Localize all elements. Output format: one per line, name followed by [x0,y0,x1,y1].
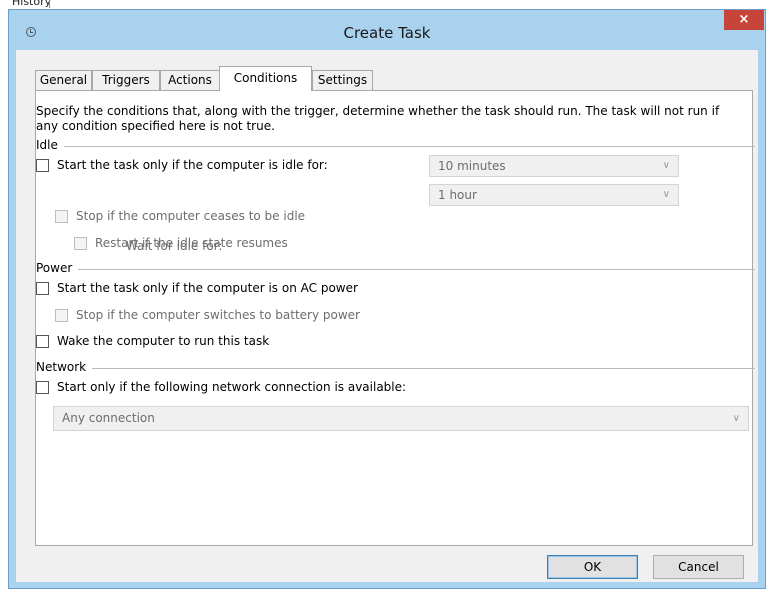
stop-if-ceases-row[interactable]: Stop if the computer ceases to be idle [55,207,305,225]
tab-conditions[interactable]: Conditions [219,66,312,91]
chevron-down-icon: ∨ [662,189,670,200]
history-divider [49,0,50,8]
restart-if-resumes-checkbox[interactable] [74,236,87,250]
wait-duration-dropdown[interactable]: 1 hour ∨ [429,184,679,206]
start-on-ac-row[interactable]: Start the task only if the computer is o… [36,279,358,297]
ok-button[interactable]: OK [547,555,638,579]
conditions-description: Specify the conditions that, along with … [36,104,720,133]
close-button[interactable]: × [724,10,764,30]
idle-group-line [61,146,755,147]
chevron-down-icon: ∨ [662,160,670,171]
idle-duration-dropdown[interactable]: 10 minutes ∨ [429,155,679,177]
stop-on-battery-row[interactable]: Stop if the computer switches to battery… [55,306,360,324]
power-group-line [74,269,755,270]
wait-duration-value: 1 hour [438,188,477,202]
wake-to-run-checkbox[interactable] [36,334,49,348]
network-group-line [86,368,755,369]
chevron-down-icon: ∨ [732,413,740,424]
network-connection-dropdown[interactable]: Any connection ∨ [53,406,749,431]
window-title: Create Task [343,24,431,42]
restart-if-resumes-label: Restart if the idle state resumes [95,236,288,250]
network-group-label: Network [36,360,93,374]
stop-on-battery-checkbox[interactable] [55,308,68,322]
stop-if-ceases-checkbox[interactable] [55,209,68,223]
history-label: History [12,0,52,8]
wake-to-run-label: Wake the computer to run this task [57,334,270,348]
start-if-network-label: Start only if the following network conn… [57,380,407,394]
tab-settings[interactable]: Settings [312,70,373,90]
restart-if-resumes-row[interactable]: Restart if the idle state resumes [74,234,288,252]
power-group-label: Power [36,261,79,275]
network-connection-value: Any connection [62,411,155,425]
title-bar[interactable]: Create Task × [9,10,765,50]
start-if-network-row[interactable]: Start only if the following network conn… [36,378,406,396]
stop-on-battery-label: Stop if the computer switches to battery… [76,308,360,322]
start-if-idle-label: Start the task only if the computer is i… [57,158,328,172]
start-if-idle-row[interactable]: Start the task only if the computer is i… [36,156,328,174]
start-on-ac-checkbox[interactable] [36,281,49,295]
tab-actions[interactable]: Actions [160,70,220,90]
idle-group-label: Idle [36,138,64,152]
cancel-button[interactable]: Cancel [653,555,744,579]
dialog-client-area: General Triggers Actions Conditions Sett… [16,50,758,582]
tab-triggers[interactable]: Triggers [92,70,160,90]
stop-if-ceases-label: Stop if the computer ceases to be idle [76,209,306,223]
create-task-dialog: Create Task × General Triggers Actions C… [8,9,766,589]
idle-duration-value: 10 minutes [438,159,506,173]
wake-to-run-row[interactable]: Wake the computer to run this task [36,332,269,350]
start-if-idle-checkbox[interactable] [36,158,49,172]
start-if-network-checkbox[interactable] [36,380,49,394]
tab-general[interactable]: General [35,70,92,90]
start-on-ac-label: Start the task only if the computer is o… [57,281,358,295]
